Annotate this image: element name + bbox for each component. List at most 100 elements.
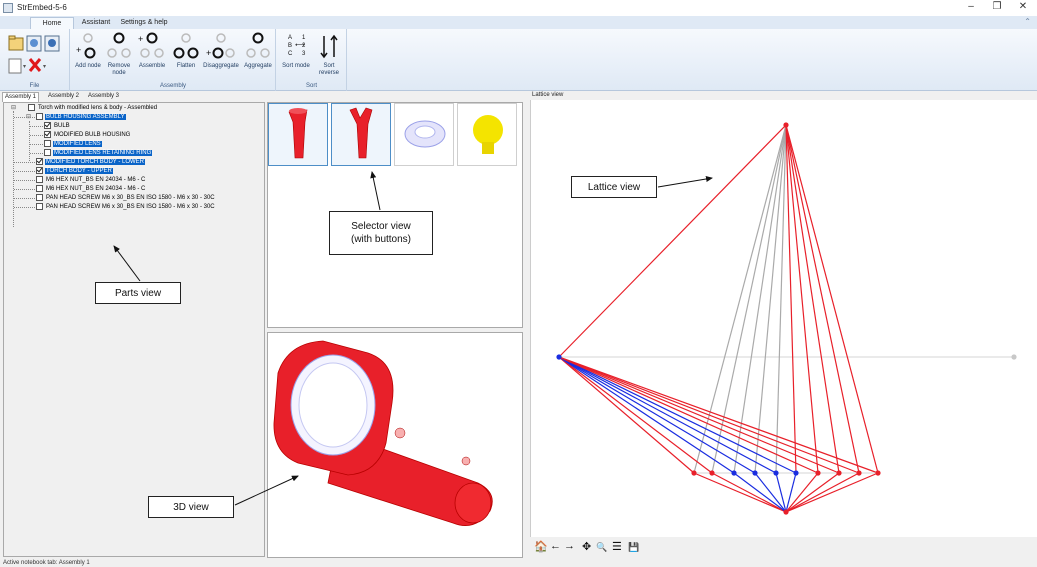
lattice-node[interactable] xyxy=(815,470,821,476)
3d-view[interactable] xyxy=(267,332,523,558)
tree-item[interactable]: BULB HOUSING ASSEMBLY xyxy=(36,113,126,121)
lattice-node[interactable] xyxy=(752,470,758,476)
flatten-button[interactable]: Flatten xyxy=(171,31,201,70)
ribbon-group-sort-label: Sort xyxy=(305,83,317,89)
selector-button-torch-body-lower[interactable] xyxy=(268,103,328,166)
aggregate-button[interactable]: Aggregate xyxy=(241,31,275,70)
tree-checkbox[interactable] xyxy=(44,149,51,156)
tree-item-label: MODIFIED BULB HOUSING xyxy=(54,132,131,138)
tree-checkbox[interactable] xyxy=(44,140,51,147)
close-button[interactable]: ✕ xyxy=(1012,0,1034,16)
lattice-edge xyxy=(558,356,695,474)
tree-item-label: BULB xyxy=(54,123,70,129)
sort-reverse-button[interactable]: Sort reverse xyxy=(314,31,344,77)
import-icon[interactable] xyxy=(26,35,42,52)
svg-text:+: + xyxy=(138,34,143,44)
ribbon-group-assembly-label: Assembly xyxy=(159,83,186,89)
tab-settings-help[interactable]: Settings & help xyxy=(118,17,170,29)
tree-checkbox[interactable] xyxy=(36,158,43,165)
bulb-thumbnail xyxy=(473,115,503,154)
forward-arrow-icon[interactable]: → xyxy=(564,540,575,552)
selector-button-bulb[interactable] xyxy=(457,103,517,166)
back-arrow-icon[interactable]: ← xyxy=(550,540,561,552)
tree-item[interactable]: MODIFIED TORCH BODY - LOWER xyxy=(36,158,146,166)
save-icon[interactable]: 💾 xyxy=(628,542,639,553)
collapse-root-icon[interactable]: ⊟ xyxy=(11,104,16,111)
open-folder-icon[interactable] xyxy=(8,35,24,51)
tree-item[interactable]: MODIFIED LENS xyxy=(44,140,102,148)
tree-checkbox[interactable] xyxy=(28,104,35,111)
tab-assembly-1[interactable]: Assembly 1 xyxy=(2,92,40,102)
selector-button-lens-ring[interactable] xyxy=(394,103,454,166)
zoom-icon[interactable]: 🔍 xyxy=(596,542,607,553)
lattice-node[interactable] xyxy=(691,470,697,476)
tree-checkbox[interactable] xyxy=(36,167,43,174)
export-icon[interactable] xyxy=(44,35,60,52)
lattice-node[interactable] xyxy=(793,470,799,476)
svg-text:+: + xyxy=(76,45,81,55)
assembly-tabs: Assembly 1 Assembly 2 Assembly 3 xyxy=(0,92,266,102)
svg-text:+: + xyxy=(206,48,211,58)
tree-checkbox[interactable] xyxy=(36,113,43,120)
tree-item[interactable]: BULB xyxy=(44,122,71,130)
pan-icon[interactable]: ✥ xyxy=(582,540,591,553)
tab-home[interactable]: Home xyxy=(30,17,74,29)
tree-checkbox[interactable] xyxy=(36,203,43,210)
torch-body-lower-thumbnail xyxy=(288,108,308,159)
tree-checkbox[interactable] xyxy=(44,122,51,129)
svg-text:A: A xyxy=(288,35,292,41)
home-icon[interactable]: 🏠 xyxy=(534,540,548,553)
lattice-node[interactable] xyxy=(856,470,862,476)
tree-root[interactable]: Torch with modified lens & body - Assemb… xyxy=(28,104,158,112)
tree-checkbox[interactable] xyxy=(36,185,43,192)
tree-item[interactable]: PAN HEAD SCREW M6 x 30_BS EN ISO 1580 - … xyxy=(36,194,216,202)
minimize-button[interactable]: – xyxy=(960,0,982,16)
aggregate-icon xyxy=(246,32,270,58)
tree-item-label: MODIFIED LENS xyxy=(53,141,102,147)
lattice-edge xyxy=(558,356,756,474)
tree-item[interactable]: TORCH BODY - UPPER xyxy=(36,167,113,175)
ribbon-collapse-icon[interactable]: ⌃ xyxy=(1024,17,1031,26)
tree-item[interactable]: M6 HEX NUT_BS EN 24034 - M6 - C xyxy=(36,185,146,193)
tab-assembly-3[interactable]: Assembly 3 xyxy=(86,92,121,102)
tab-assistant[interactable]: Assistant xyxy=(76,17,116,29)
tree-item[interactable]: MODIFIED BULB HOUSING xyxy=(44,131,131,139)
callout-parts-view: Parts view xyxy=(95,282,181,304)
remove-node-button[interactable]: Remove node xyxy=(105,31,133,77)
maximize-button[interactable]: ❐ xyxy=(986,0,1008,16)
lattice-node[interactable] xyxy=(1011,354,1017,360)
tree-item[interactable]: PAN HEAD SCREW M6 x 30_BS EN ISO 1580 - … xyxy=(36,203,216,211)
tree-checkbox[interactable] xyxy=(36,194,43,201)
disaggregate-button[interactable]: + Disaggregate xyxy=(201,31,241,70)
tree-item-label: PAN HEAD SCREW M6 x 30_BS EN ISO 1580 - … xyxy=(46,204,215,210)
add-node-button[interactable]: + Add node xyxy=(73,31,103,70)
lattice-node[interactable] xyxy=(709,470,715,476)
lattice-node[interactable] xyxy=(875,470,881,476)
lattice-edge xyxy=(711,472,787,513)
ribbon-group-file-label: File xyxy=(29,83,40,89)
lattice-node-top[interactable] xyxy=(783,122,789,128)
lattice-node[interactable] xyxy=(731,470,737,476)
tree-checkbox[interactable] xyxy=(44,131,51,138)
sort-mode-button[interactable]: A B C ⟷ 1 2 3 Sort mode xyxy=(280,31,312,70)
tree-item[interactable]: M6 HEX NUT_BS EN 24034 - M6 - C xyxy=(36,176,146,184)
assemble-icon: + xyxy=(138,32,164,58)
new-file-icon[interactable] xyxy=(8,58,22,74)
sort-reverse-icon xyxy=(320,34,338,59)
assemble-button[interactable]: + Assemble xyxy=(135,31,169,70)
lattice-node[interactable] xyxy=(556,354,562,360)
lattice-view[interactable] xyxy=(530,100,1037,537)
configure-icon[interactable]: ☰ xyxy=(612,540,622,553)
lattice-node[interactable] xyxy=(773,470,779,476)
disaggregate-icon: + xyxy=(206,33,235,59)
tree-checkbox[interactable] xyxy=(36,176,43,183)
selector-button-torch-body-upper[interactable] xyxy=(331,103,391,166)
tab-assembly-2[interactable]: Assembly 2 xyxy=(46,92,81,102)
parts-view: ⊟ Torch with modified lens & body - Asse… xyxy=(3,102,265,557)
tree-item[interactable]: MODIFIED LENS RETAINING RING xyxy=(44,149,153,157)
lattice-node-bottom[interactable] xyxy=(783,509,789,515)
add-node-icon: + xyxy=(76,33,96,59)
svg-text:▾: ▾ xyxy=(23,64,26,70)
lattice-node[interactable] xyxy=(836,470,842,476)
delete-icon[interactable] xyxy=(28,58,42,72)
